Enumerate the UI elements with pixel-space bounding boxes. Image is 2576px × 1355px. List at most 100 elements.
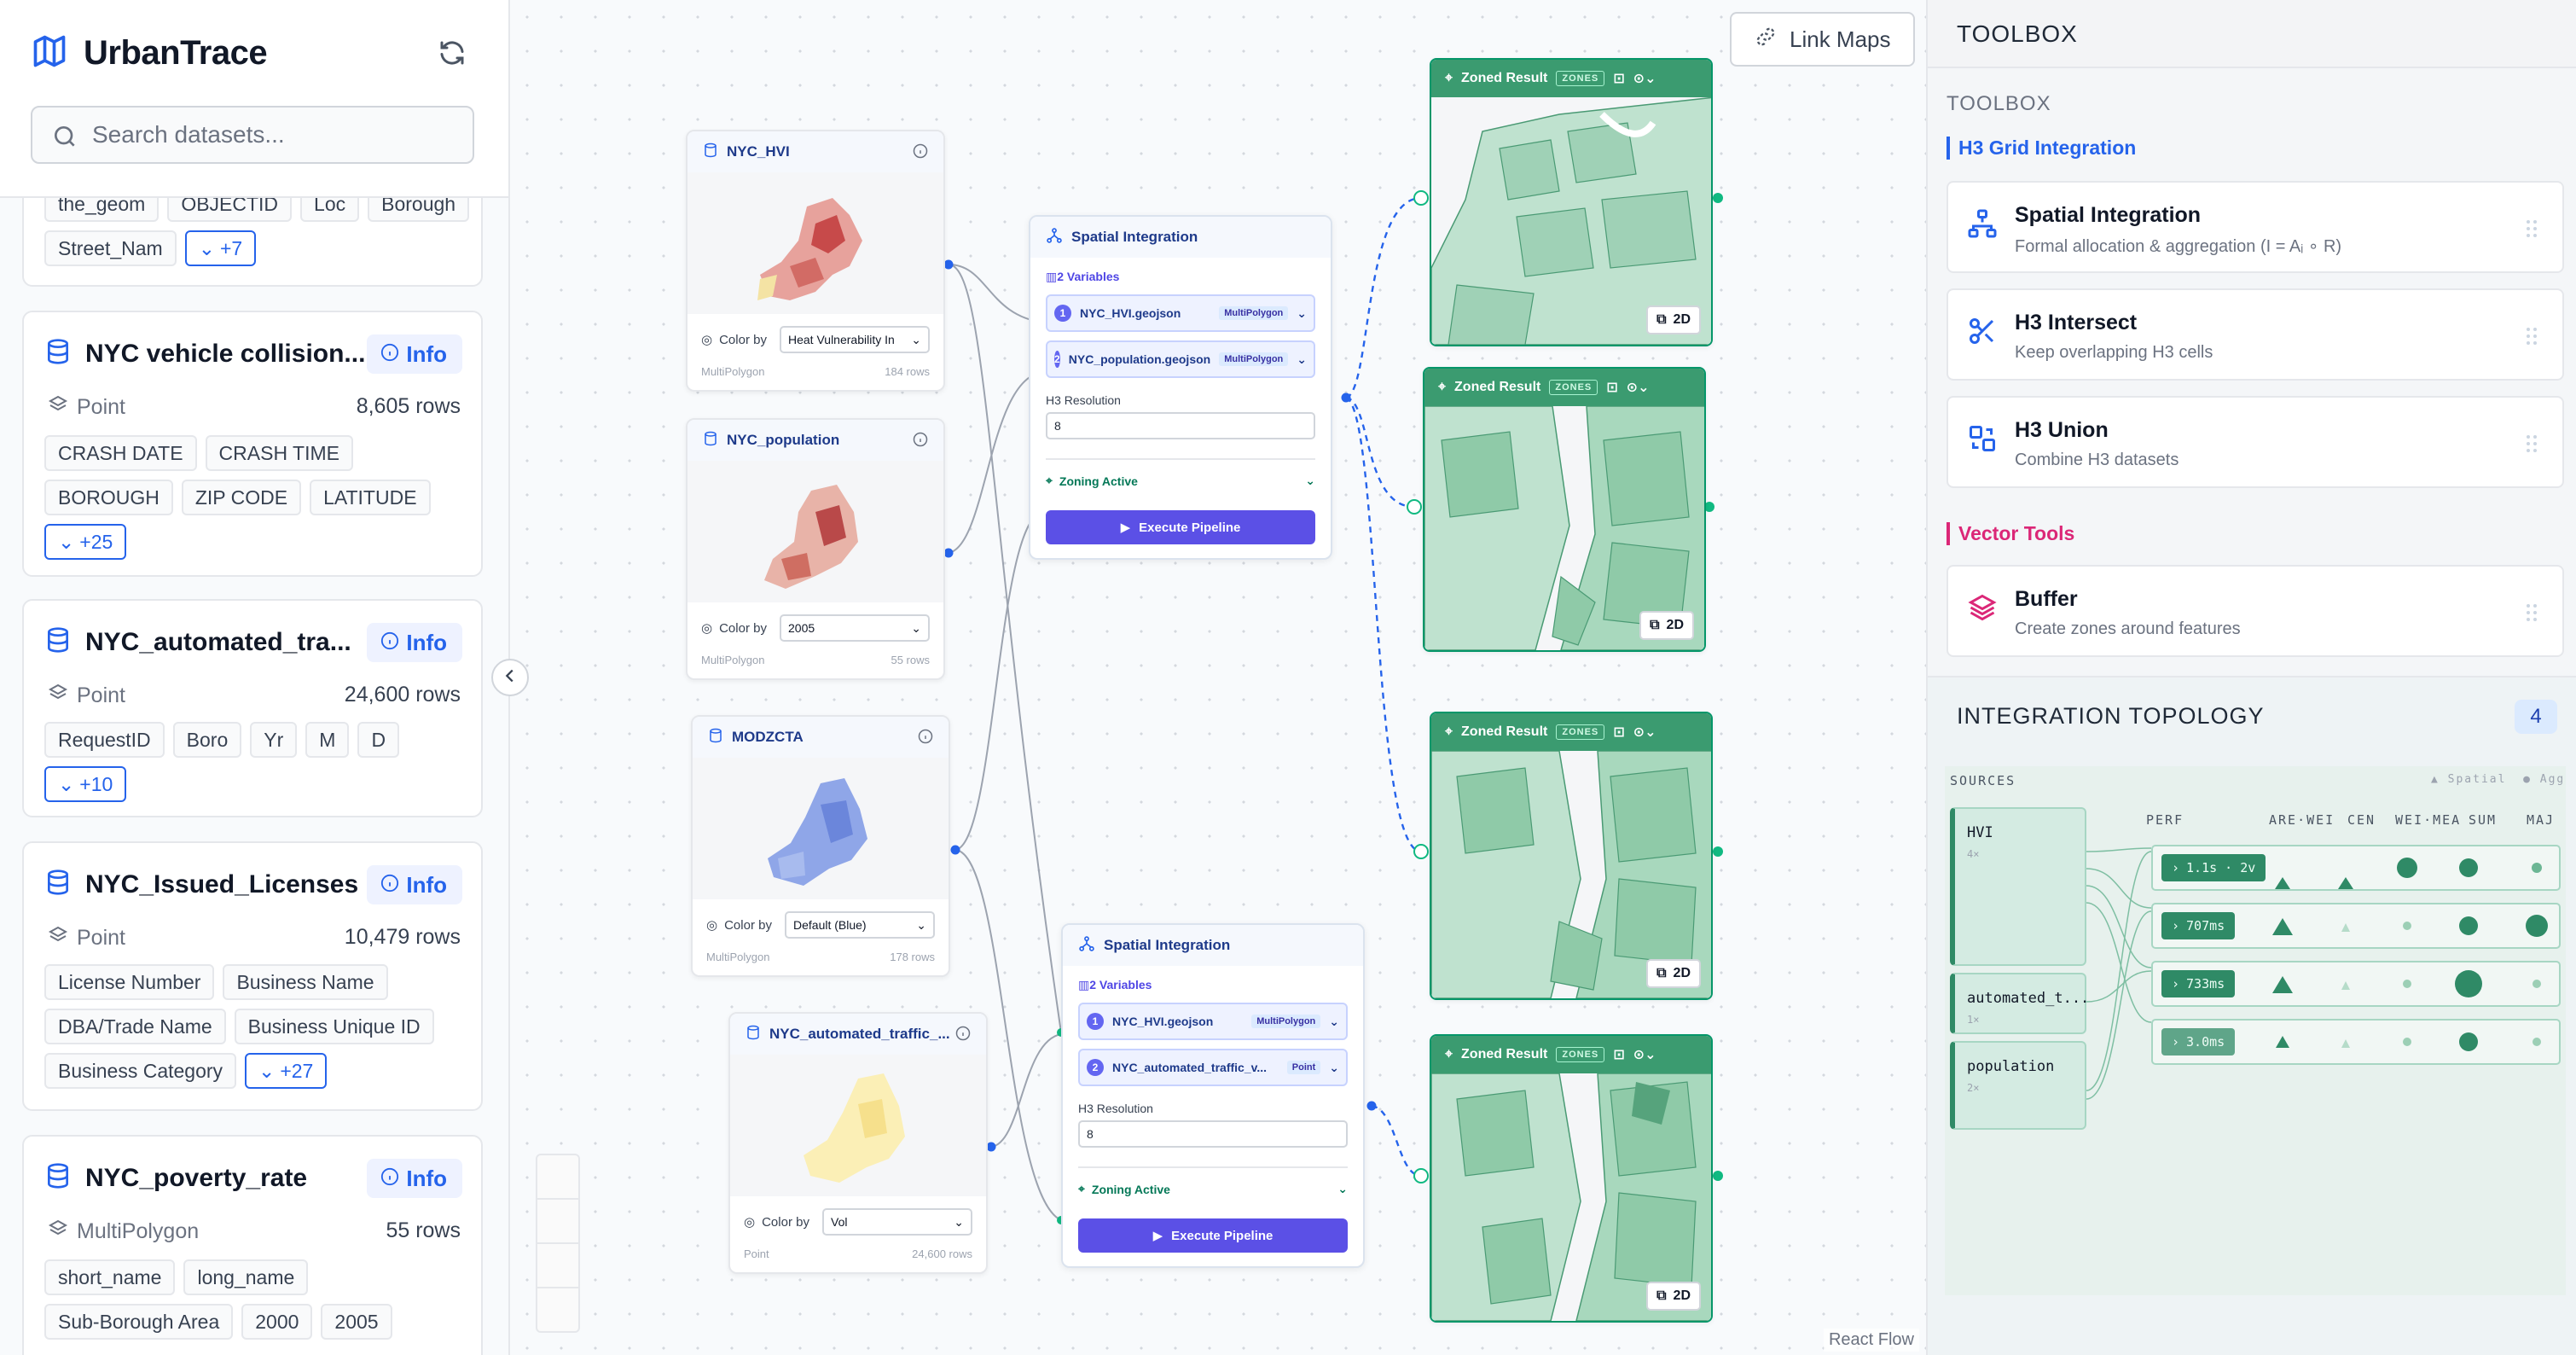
- dataset-card[interactable]: NYC_poverty_rate Info MultiPolygon 55 ro…: [22, 1135, 483, 1355]
- drag-handle-icon[interactable]: [2525, 433, 2538, 458]
- column-tag[interactable]: Sub-Borough Area: [44, 1304, 234, 1340]
- result-map[interactable]: ⧉ 2D: [1424, 405, 1704, 650]
- info-button[interactable]: Info: [367, 623, 462, 662]
- more-columns-button[interactable]: ⌄ +25: [44, 524, 127, 560]
- fit-view-button[interactable]: [537, 1244, 578, 1288]
- column-tag[interactable]: short_name: [44, 1259, 176, 1295]
- focus-icon[interactable]: ⊡: [1613, 1046, 1624, 1063]
- source-node-hvi[interactable]: NYC_HVI ◎ Color by Heat Vulnerability In ⌄ …: [686, 130, 945, 392]
- focus-icon[interactable]: ⊡: [1613, 70, 1624, 87]
- color-by-select[interactable]: Heat Vulnerability In ⌄: [780, 326, 930, 353]
- more-columns-button[interactable]: ⌄ +10: [44, 766, 127, 802]
- perf-pill[interactable]: › 707ms: [2161, 912, 2236, 939]
- topology-source[interactable]: automated_t... 1×: [1950, 973, 2086, 1034]
- refresh-button[interactable]: [432, 34, 473, 75]
- zoning-toggle[interactable]: ⌖ Zoning Active ⌄: [1078, 1166, 1348, 1196]
- column-tag[interactable]: License Number: [44, 964, 215, 1000]
- map-preview[interactable]: [688, 172, 943, 314]
- integration-node[interactable]: Spatial Integration ▥2 Variables 1 NYC_HV…: [1029, 215, 1332, 560]
- view-mode-button[interactable]: ⧉ 2D: [1646, 1282, 1701, 1311]
- options-icon[interactable]: ⊙⌄: [1627, 379, 1650, 396]
- drag-handle-icon[interactable]: [2525, 602, 2538, 627]
- column-tag[interactable]: long_name: [183, 1259, 309, 1295]
- source-node-population[interactable]: NYC_population ◎ Color by 2005 ⌄ MultiPolyg…: [686, 418, 945, 680]
- link-maps-button[interactable]: Link Maps: [1730, 12, 1915, 67]
- column-tag[interactable]: 2000: [241, 1304, 313, 1340]
- column-tag[interactable]: D: [357, 722, 400, 758]
- dataset-card[interactable]: NYC_Issued_Licenses Info Point 10,479 ro…: [22, 841, 483, 1111]
- column-tag[interactable]: DBA/Trade Name: [44, 1009, 226, 1044]
- result-map[interactable]: ⧉ 2D: [1431, 96, 1711, 345]
- color-by-select[interactable]: Default (Blue) ⌄: [785, 911, 935, 939]
- color-by-select[interactable]: 2005 ⌄: [780, 614, 930, 642]
- map-preview[interactable]: [688, 461, 943, 602]
- info-icon[interactable]: [913, 432, 928, 451]
- collapse-sidebar-button[interactable]: [491, 659, 529, 696]
- variable-select[interactable]: 1 NYC_HVI.geojson MultiPolygon ⌄: [1046, 294, 1315, 332]
- info-icon[interactable]: [955, 1026, 971, 1045]
- column-tag[interactable]: Business Unique ID: [234, 1009, 434, 1044]
- map-preview[interactable]: [730, 1055, 986, 1196]
- zoom-in-button[interactable]: [537, 1155, 578, 1200]
- execute-pipeline-button[interactable]: ▶ Execute Pipeline: [1046, 510, 1315, 544]
- result-node[interactable]: ⌖ Zoned Result ZONES ⊡ ⊙⌄ ⧉ 2D: [1430, 58, 1713, 346]
- search-input[interactable]: [92, 121, 450, 148]
- resolution-input[interactable]: 8: [1046, 412, 1315, 439]
- result-map[interactable]: ⧉ 2D: [1431, 750, 1711, 998]
- perf-pill[interactable]: › 1.1s · 2v: [2161, 854, 2266, 881]
- result-map[interactable]: ⧉ 2D: [1431, 1073, 1711, 1321]
- variable-select[interactable]: 2 NYC_automated_traffic_v... Point ⌄: [1078, 1049, 1348, 1086]
- options-icon[interactable]: ⊙⌄: [1633, 724, 1656, 741]
- dataset-card[interactable]: NYC vehicle collision... Info Point 8,60…: [22, 311, 483, 577]
- info-button[interactable]: Info: [367, 1159, 462, 1198]
- topology-source[interactable]: population 2×: [1950, 1041, 2086, 1130]
- info-button[interactable]: Info: [367, 334, 462, 374]
- tool-h3-intersect[interactable]: H3 Intersect Keep overlapping H3 cells: [1947, 288, 2564, 381]
- column-tag[interactable]: Business Name: [223, 964, 388, 1000]
- info-icon[interactable]: [913, 143, 928, 163]
- result-node[interactable]: ⌖ Zoned Result ZONES ⊡ ⊙⌄ ⧉ 2D: [1430, 1034, 1713, 1323]
- color-by-select[interactable]: Vol ⌄: [822, 1208, 972, 1236]
- tool-spatial-integration[interactable]: Spatial Integration Formal allocation & …: [1947, 181, 2564, 273]
- column-tag[interactable]: ZIP CODE: [181, 480, 302, 515]
- source-node-modzcta[interactable]: MODZCTA ◎ Color by Default (Blue) ⌄ MultiPo…: [691, 715, 950, 977]
- view-mode-button[interactable]: ⧉ 2D: [1639, 611, 1694, 640]
- source-node-traffic[interactable]: NYC_automated_traffic_... ◎ Color by Vol ⌄ …: [728, 1012, 988, 1274]
- column-tag[interactable]: BOROUGH: [44, 480, 173, 515]
- view-mode-button[interactable]: ⧉ 2D: [1646, 959, 1701, 988]
- topology-source[interactable]: HVI 4×: [1950, 807, 2086, 966]
- variable-select[interactable]: 2 NYC_population.geojson MultiPolygon ⌄: [1046, 340, 1315, 378]
- lock-button[interactable]: [537, 1288, 578, 1333]
- focus-icon[interactable]: ⊡: [1606, 379, 1617, 396]
- react-flow-attribution[interactable]: React Flow: [1823, 1329, 1919, 1352]
- column-tag[interactable]: CRASH TIME: [205, 435, 353, 471]
- execute-pipeline-button[interactable]: ▶ Execute Pipeline: [1078, 1218, 1348, 1253]
- column-tag[interactable]: 2005: [321, 1304, 392, 1340]
- resolution-input[interactable]: 8: [1078, 1120, 1348, 1148]
- zoom-out-button[interactable]: [537, 1200, 578, 1244]
- tool-h3-union[interactable]: H3 Union Combine H3 datasets: [1947, 396, 2564, 488]
- integration-node[interactable]: Spatial Integration ▥2 Variables 1 NYC_HV…: [1061, 923, 1365, 1268]
- perf-pill[interactable]: › 733ms: [2161, 970, 2236, 997]
- drag-handle-icon[interactable]: [2525, 326, 2538, 351]
- result-node[interactable]: ⌖ Zoned Result ZONES ⊡ ⊙⌄ ⧉ 2D: [1423, 367, 1706, 652]
- info-icon[interactable]: [918, 729, 933, 748]
- column-tag[interactable]: LATITUDE: [310, 480, 431, 515]
- column-tag[interactable]: M: [305, 722, 350, 758]
- options-icon[interactable]: ⊙⌄: [1633, 70, 1656, 87]
- dataset-card[interactable]: NYC_automated_tra... Info Point 24,600 r…: [22, 599, 483, 817]
- column-tag[interactable]: Boro: [172, 722, 242, 758]
- column-tag[interactable]: RequestID: [44, 722, 165, 758]
- column-tag[interactable]: Yr: [250, 722, 298, 758]
- result-node[interactable]: ⌖ Zoned Result ZONES ⊡ ⊙⌄ ⧉ 2D: [1430, 712, 1713, 1000]
- zoning-toggle[interactable]: ⌖ Zoning Active ⌄: [1046, 458, 1315, 488]
- drag-handle-icon[interactable]: [2525, 218, 2538, 243]
- more-columns-button[interactable]: ⌄ +7: [184, 230, 257, 266]
- info-button[interactable]: Info: [367, 865, 462, 904]
- perf-pill[interactable]: › 3.0ms: [2161, 1028, 2236, 1056]
- focus-icon[interactable]: ⊡: [1613, 724, 1624, 741]
- column-tag[interactable]: Street_Nam: [44, 230, 177, 266]
- column-tag[interactable]: Business Category: [44, 1053, 237, 1089]
- more-columns-button[interactable]: ⌄ +27: [245, 1053, 328, 1089]
- options-icon[interactable]: ⊙⌄: [1633, 1046, 1656, 1063]
